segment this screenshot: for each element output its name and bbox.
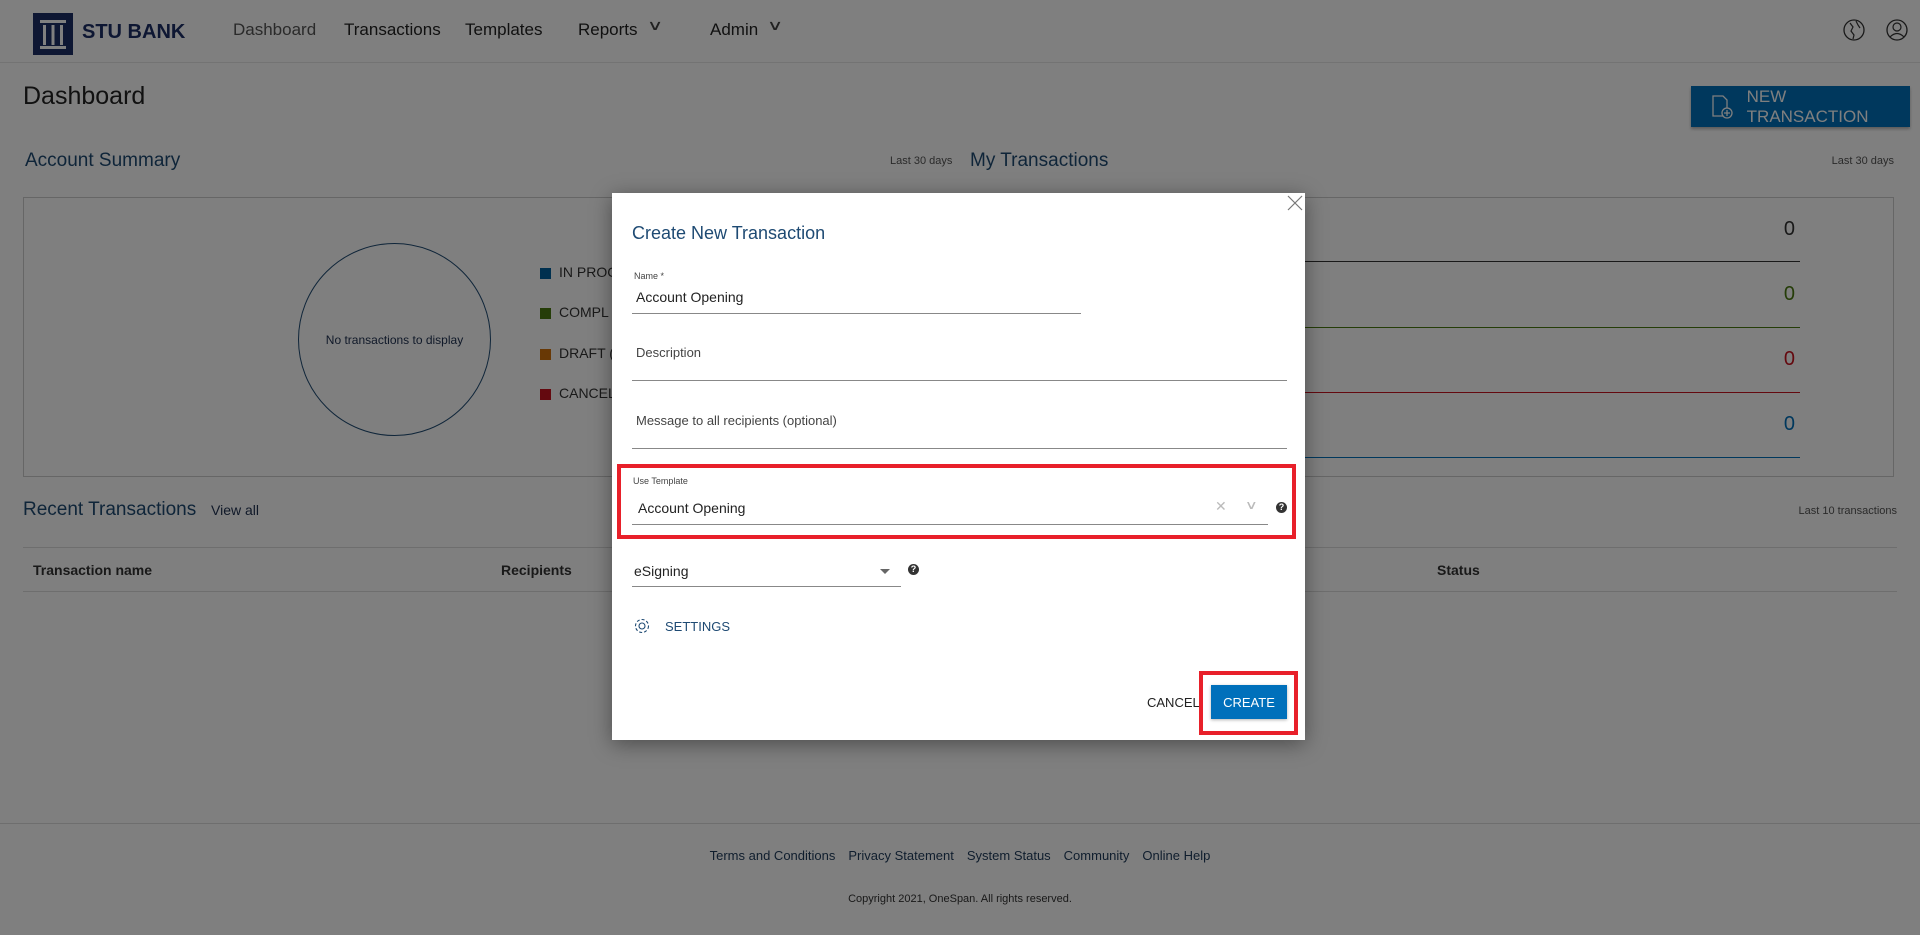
template-label: Use Template bbox=[633, 476, 688, 486]
transaction-type-select[interactable]: eSigning bbox=[634, 563, 689, 579]
name-underline bbox=[632, 313, 1081, 314]
help-icon[interactable]: ? bbox=[908, 564, 919, 575]
close-icon[interactable] bbox=[1287, 195, 1303, 216]
description-underline bbox=[632, 380, 1287, 381]
dialog-title: Create New Transaction bbox=[632, 223, 826, 243]
create-button[interactable]: CREATE bbox=[1211, 685, 1287, 719]
clear-icon[interactable]: ✕ bbox=[1215, 498, 1227, 515]
create-transaction-dialog: Create New Transaction Name * Account Op… bbox=[612, 193, 1305, 740]
template-underline bbox=[632, 524, 1268, 525]
message-input[interactable]: Message to all recipients (optional) bbox=[636, 413, 837, 428]
gear-icon[interactable] bbox=[633, 617, 651, 640]
name-label: Name * bbox=[634, 271, 665, 281]
settings-button[interactable]: SETTINGS bbox=[665, 619, 730, 634]
message-underline bbox=[632, 448, 1287, 449]
type-underline bbox=[632, 586, 901, 587]
caret-down-icon[interactable] bbox=[880, 569, 890, 574]
chevron-down-icon[interactable]: ∨ bbox=[1245, 498, 1258, 512]
cancel-button[interactable]: CANCEL bbox=[1147, 695, 1200, 710]
description-input[interactable]: Description bbox=[636, 345, 701, 360]
name-input[interactable]: Account Opening bbox=[636, 289, 743, 305]
help-icon[interactable]: ? bbox=[1276, 502, 1287, 513]
template-select[interactable]: Account Opening bbox=[638, 500, 745, 516]
